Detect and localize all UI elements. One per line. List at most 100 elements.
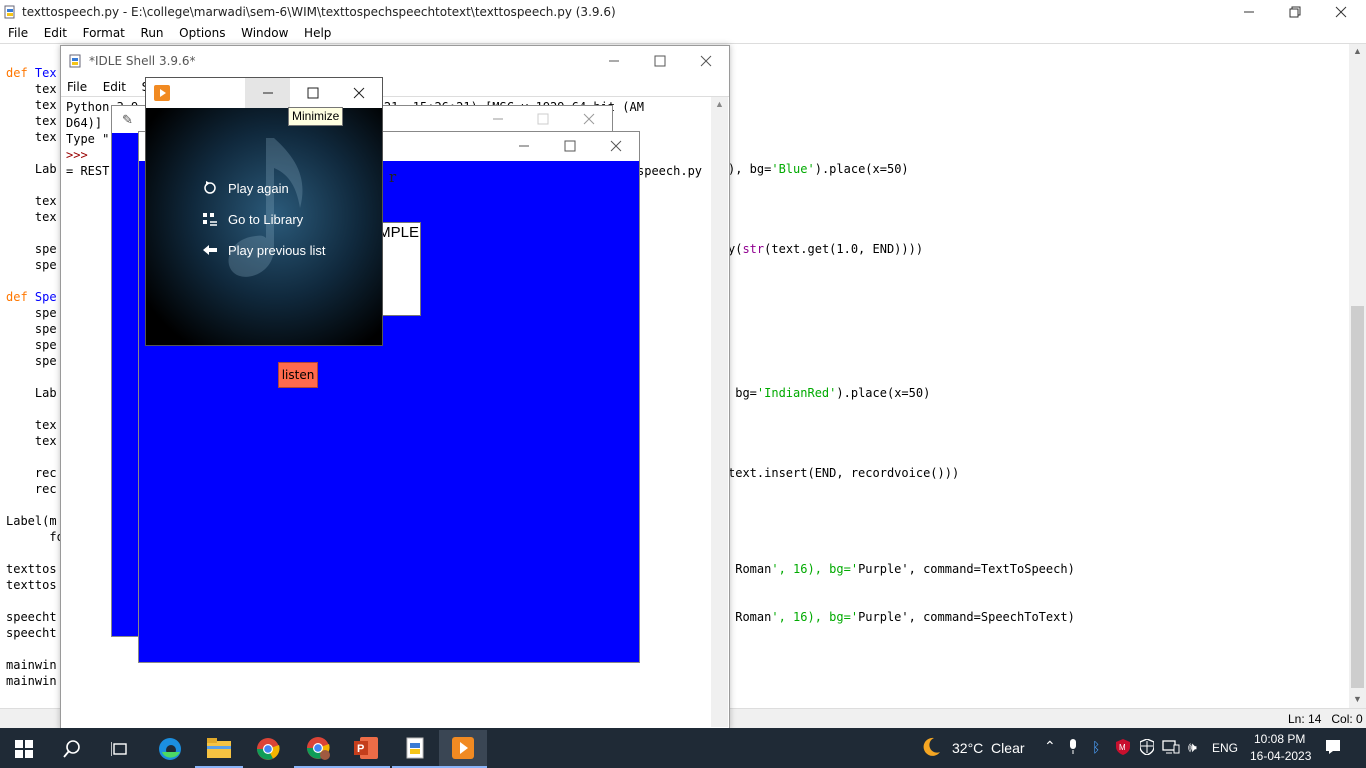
media-minimize-button[interactable] bbox=[245, 78, 290, 108]
shell-menu-edit[interactable]: Edit bbox=[103, 80, 126, 94]
tk-app-minimize-button[interactable] bbox=[501, 131, 547, 161]
menubar-divider bbox=[0, 43, 1366, 44]
scroll-down-arrow[interactable]: ▼ bbox=[1353, 694, 1362, 704]
code-left-line: Label(m bbox=[6, 514, 57, 528]
search-icon[interactable] bbox=[48, 730, 96, 768]
code-left-line: spe bbox=[6, 258, 57, 272]
editor-minimize-button[interactable] bbox=[1226, 0, 1272, 27]
code-right-line: y(str(text.get(1.0, END)))) bbox=[728, 242, 924, 256]
editor-close-button[interactable] bbox=[1318, 0, 1364, 27]
minimize-tooltip: Minimize bbox=[288, 107, 344, 126]
code-left-line: tex bbox=[6, 98, 57, 112]
chrome-icon[interactable] bbox=[244, 730, 292, 768]
minimize-tooltip-text: Minimize bbox=[292, 109, 340, 123]
code-left-line: def Tex bbox=[6, 66, 57, 80]
code-left-line: tex bbox=[6, 194, 57, 208]
svg-text:M: M bbox=[1119, 743, 1126, 752]
menu-options[interactable]: Options bbox=[179, 26, 225, 40]
play-previous-list-option[interactable]: Play previous list bbox=[200, 240, 326, 260]
antivirus-icon[interactable]: M bbox=[1116, 739, 1130, 758]
go-to-library-label: Go to Library bbox=[228, 211, 304, 227]
python-idle-icon[interactable] bbox=[392, 730, 440, 768]
media-close-button[interactable] bbox=[336, 78, 382, 108]
tk-app-close-button[interactable] bbox=[593, 131, 639, 161]
weather-text[interactable]: 32°C Clear bbox=[952, 740, 1025, 756]
code-left-line: spe bbox=[6, 322, 57, 336]
edge-icon[interactable] bbox=[146, 730, 194, 768]
library-icon bbox=[200, 212, 220, 226]
play-again-option[interactable]: Play again bbox=[200, 178, 289, 198]
tk-text-content: MPLE bbox=[381, 224, 419, 241]
shell-menu-file[interactable]: File bbox=[67, 80, 87, 94]
code-left-line: mainwin bbox=[6, 658, 57, 672]
scroll-thumb[interactable] bbox=[1351, 306, 1364, 688]
code-left-line: tex bbox=[6, 114, 57, 128]
start-icon[interactable] bbox=[0, 730, 48, 768]
shell-line-2: D64)] bbox=[66, 116, 103, 130]
code-left-line: mainwin bbox=[6, 674, 57, 688]
media-player-logo-icon bbox=[154, 85, 170, 101]
code-left-line: speecht bbox=[6, 610, 57, 624]
shell-titlebar: *IDLE Shell 3.9.6* bbox=[61, 46, 729, 76]
code-left-line: spe bbox=[6, 354, 57, 368]
microphone-icon[interactable] bbox=[1068, 739, 1078, 758]
listen-button[interactable]: listen bbox=[278, 362, 318, 388]
code-left-line: def Spe bbox=[6, 290, 57, 304]
tk-back-close-button[interactable] bbox=[566, 104, 612, 134]
code-left-line: tex bbox=[6, 418, 57, 432]
editor-titlebar: texttospeech.py - E:\college\marwadi\sem… bbox=[0, 0, 1366, 24]
media-player-icon[interactable] bbox=[439, 730, 487, 768]
tk-text-box[interactable]: MPLE bbox=[381, 222, 421, 316]
security-shield-icon[interactable] bbox=[1139, 738, 1155, 758]
menu-help[interactable]: Help bbox=[304, 26, 331, 40]
menu-window[interactable]: Window bbox=[241, 26, 288, 40]
tk-back-minimize-button[interactable] bbox=[475, 104, 521, 134]
shell-scroll-up-arrow[interactable]: ▲ bbox=[715, 99, 724, 109]
menu-run[interactable]: Run bbox=[141, 26, 164, 40]
media-maximize-button[interactable] bbox=[290, 78, 336, 108]
clock-date[interactable]: 16-04-2023 bbox=[1250, 749, 1311, 763]
code-left-line: spe bbox=[6, 306, 57, 320]
shell-close-button[interactable] bbox=[683, 46, 729, 76]
code-left-line: Lab bbox=[6, 386, 57, 400]
powerpoint-icon[interactable]: P bbox=[342, 730, 390, 768]
show-hidden-icons-icon[interactable]: ⌃ bbox=[1044, 738, 1056, 755]
volume-icon[interactable]: 🕪 bbox=[1188, 739, 1197, 756]
shell-restart-line: = REST bbox=[66, 164, 110, 178]
code-left-line: tex bbox=[6, 434, 57, 448]
editor-scrollbar[interactable]: ▲ ▼ bbox=[1349, 44, 1366, 708]
go-to-library-option[interactable]: Go to Library bbox=[200, 209, 303, 229]
shell-prompt: >>> bbox=[66, 148, 88, 162]
file-explorer-icon[interactable] bbox=[195, 730, 243, 768]
task-view-icon[interactable] bbox=[96, 730, 144, 768]
shell-minimize-button[interactable] bbox=[591, 46, 637, 76]
editor-restore-button[interactable] bbox=[1272, 0, 1318, 27]
code-left-line: tex bbox=[6, 130, 57, 144]
replay-icon bbox=[200, 181, 220, 195]
python-shell-icon bbox=[69, 54, 83, 71]
code-left-line: rec bbox=[6, 482, 57, 496]
shell-restart-tail: speech.py bbox=[637, 164, 703, 178]
code-right-line: text.insert(END, recordvoice())) bbox=[728, 466, 960, 480]
shell-maximize-button[interactable] bbox=[637, 46, 683, 76]
clock-time[interactable]: 10:08 PM bbox=[1254, 732, 1305, 746]
scroll-up-arrow[interactable]: ▲ bbox=[1353, 46, 1362, 56]
notification-icon[interactable] bbox=[1325, 739, 1341, 758]
menu-format[interactable]: Format bbox=[83, 26, 125, 40]
cursor-position: Ln: 14 Col: 0 bbox=[1288, 712, 1363, 726]
menu-file[interactable]: File bbox=[8, 26, 28, 40]
tk-app-maximize-button[interactable] bbox=[547, 131, 593, 161]
code-right-line: ), bg='Blue').place(x=50) bbox=[728, 162, 909, 176]
play-previous-list-label: Play previous list bbox=[228, 242, 326, 258]
bluetooth-icon[interactable]: ᛒ bbox=[1092, 739, 1100, 755]
shell-scrollbar[interactable]: ▲ bbox=[711, 97, 728, 727]
language-indicator[interactable]: ENG bbox=[1212, 741, 1238, 755]
chrome-profile-icon[interactable] bbox=[294, 730, 342, 768]
tk-back-maximize-button[interactable] bbox=[520, 104, 566, 134]
play-again-label: Play again bbox=[228, 180, 289, 196]
code-right-line: bg='IndianRed').place(x=50) bbox=[728, 386, 931, 400]
network-icon[interactable] bbox=[1162, 740, 1180, 757]
code-left-line: texttos bbox=[6, 562, 57, 576]
menu-edit[interactable]: Edit bbox=[44, 26, 67, 40]
code-right-line: Roman', 16), bg='Purple', command=Speech… bbox=[728, 610, 1075, 624]
